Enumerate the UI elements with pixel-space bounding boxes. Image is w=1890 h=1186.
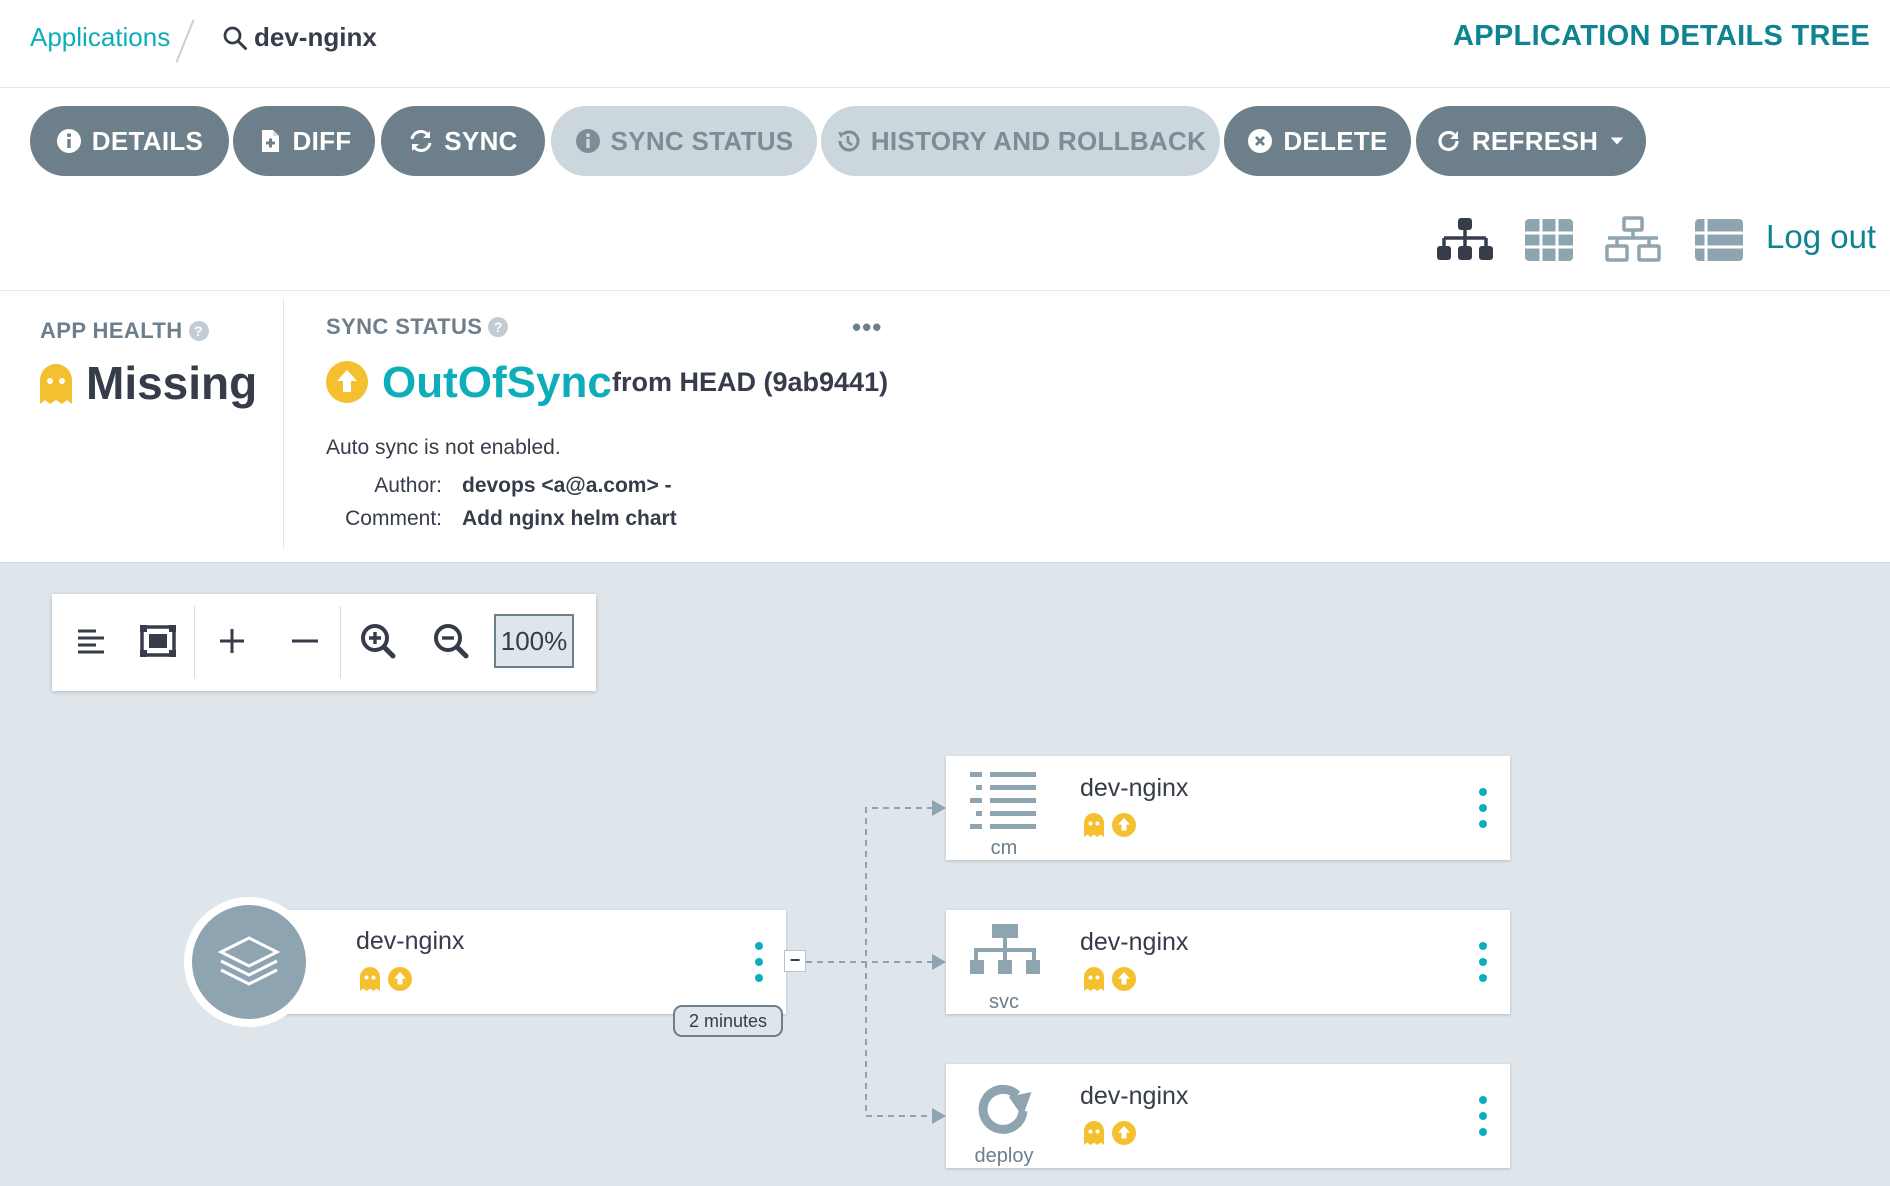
zoom-level-input[interactable]: 100% <box>494 614 574 668</box>
missing-ghost-icon <box>1084 813 1104 837</box>
sync-button[interactable]: SYNC <box>381 106 545 176</box>
resource-node-status <box>1082 1120 1136 1146</box>
details-button[interactable]: DETAILS <box>30 106 229 176</box>
out-of-sync-icon <box>388 967 412 991</box>
caret-down-icon <box>1610 137 1624 145</box>
status-panel-divider <box>283 298 284 548</box>
toolbar-separator <box>340 606 341 678</box>
missing-ghost-icon <box>40 364 72 404</box>
history-and-rollback-button-label: HISTORY AND ROLLBACK <box>870 125 1207 156</box>
history-icon <box>837 130 860 152</box>
tree-view-icon[interactable] <box>1436 216 1494 264</box>
resource-node-name: dev-nginx <box>1080 774 1189 802</box>
zoom-out-icon[interactable] <box>428 618 474 664</box>
resource-node-svc[interactable]: svc dev-nginx <box>946 910 1510 1014</box>
close-circle-icon <box>1248 129 1273 153</box>
resource-node-name: dev-nginx <box>1080 928 1189 956</box>
comment-value: Add nginx helm chart <box>462 507 677 530</box>
resource-node-status <box>1082 812 1136 838</box>
app-health-label: APP HEALTH? <box>40 318 209 344</box>
missing-ghost-icon <box>1084 1121 1104 1145</box>
logout-link[interactable]: Log out <box>1766 218 1876 256</box>
application-node[interactable] <box>266 910 786 1014</box>
out-of-sync-icon <box>1112 813 1136 837</box>
top-bar: Applications dev-nginx APPLICATION DETAI… <box>0 0 1890 88</box>
resource-kind-label: svc <box>989 991 1019 1013</box>
sync-status-label: SYNC STATUS? <box>326 314 509 340</box>
header-divider <box>0 290 1890 291</box>
application-node-status <box>358 966 412 992</box>
list-view-icon[interactable] <box>1690 216 1748 264</box>
zoom-in-icon[interactable] <box>355 618 401 664</box>
sync-status-button[interactable]: SYNC STATUS <box>551 106 817 176</box>
resource-node-deploy[interactable]: deploy dev-nginx <box>946 1064 1510 1168</box>
application-node-menu-icon[interactable] <box>754 942 764 982</box>
resource-kind-label: cm <box>990 837 1018 859</box>
toolbar-separator <box>194 606 195 678</box>
resource-node-menu-icon[interactable] <box>1478 942 1488 982</box>
pods-grid-view-icon[interactable] <box>1520 216 1578 264</box>
auto-sync-message: Auto sync is not enabled. <box>326 436 561 459</box>
out-of-sync-icon <box>1112 967 1136 991</box>
align-left-icon[interactable] <box>68 618 114 664</box>
out-of-sync-icon <box>1112 1121 1136 1145</box>
diff-button-label: DIFF <box>292 125 352 156</box>
info-icon <box>56 129 81 153</box>
resource-node-name: dev-nginx <box>1080 1082 1189 1110</box>
missing-ghost-icon <box>1084 967 1104 991</box>
deployment-icon <box>978 1084 1032 1134</box>
graph-toolbar: 100% <box>52 594 596 691</box>
file-diff-icon <box>261 130 279 152</box>
details-button-label: DETAILS <box>91 125 204 156</box>
app-health-label-text: APP HEALTH <box>40 318 183 343</box>
application-node-name: dev-nginx <box>356 927 465 955</box>
layers-icon <box>217 936 281 986</box>
more-options-icon[interactable]: ••• <box>852 312 882 343</box>
sync-button-label: SYNC <box>444 125 518 156</box>
page-title: APPLICATION DETAILS TREE <box>1453 20 1870 52</box>
diff-button[interactable]: DIFF <box>233 106 375 176</box>
sync-status-value: OutOfSync <box>382 358 612 407</box>
info-icon <box>575 129 600 153</box>
help-icon[interactable]: ? <box>188 321 209 341</box>
author-label: Author: <box>374 474 442 497</box>
sync-revision[interactable]: from HEAD (9ab9441) <box>612 367 888 398</box>
collapse-minus-icon[interactable] <box>282 618 328 664</box>
collapse-node-button[interactable]: − <box>784 950 806 972</box>
resource-node-status <box>1082 966 1136 992</box>
resource-node-menu-icon[interactable] <box>1478 788 1488 828</box>
fit-screen-icon[interactable] <box>135 618 181 664</box>
sync-status-button-label: SYNC STATUS <box>610 125 794 156</box>
service-icon <box>970 924 1040 974</box>
out-of-sync-icon <box>326 361 368 403</box>
sync-status-label-text: SYNC STATUS <box>326 314 483 339</box>
breadcrumb-separator <box>175 19 195 63</box>
comment-label: Comment: <box>345 507 442 530</box>
refresh-icon <box>1438 130 1459 151</box>
delete-button-label: DELETE <box>1283 125 1388 156</box>
resource-node-cm[interactable]: cm dev-nginx <box>946 756 1510 860</box>
help-icon[interactable]: ? <box>488 317 509 337</box>
breadcrumb-current-app[interactable]: dev-nginx <box>254 22 377 53</box>
age-badge: 2 minutes <box>673 1005 783 1037</box>
delete-button[interactable]: DELETE <box>1224 106 1411 176</box>
search-icon[interactable] <box>222 25 248 51</box>
sync-icon <box>410 130 432 152</box>
refresh-button-label: REFRESH <box>1471 125 1599 156</box>
app-health-value: Missing <box>86 357 258 409</box>
expand-plus-icon[interactable] <box>209 618 255 664</box>
missing-ghost-icon <box>360 967 380 991</box>
application-node-icon-bg <box>192 905 306 1019</box>
resource-node-menu-icon[interactable] <box>1478 1096 1488 1136</box>
application-node-icon-ring <box>184 897 314 1027</box>
refresh-button[interactable]: REFRESH <box>1416 106 1646 176</box>
history-and-rollback-button[interactable]: HISTORY AND ROLLBACK <box>821 106 1220 176</box>
configmap-icon <box>970 772 1036 829</box>
breadcrumb-applications-link[interactable]: Applications <box>30 22 170 53</box>
author-value: devops <a@a.com> - <box>462 474 672 497</box>
network-view-icon[interactable] <box>1604 216 1662 264</box>
resource-kind-label: deploy <box>974 1145 1034 1167</box>
